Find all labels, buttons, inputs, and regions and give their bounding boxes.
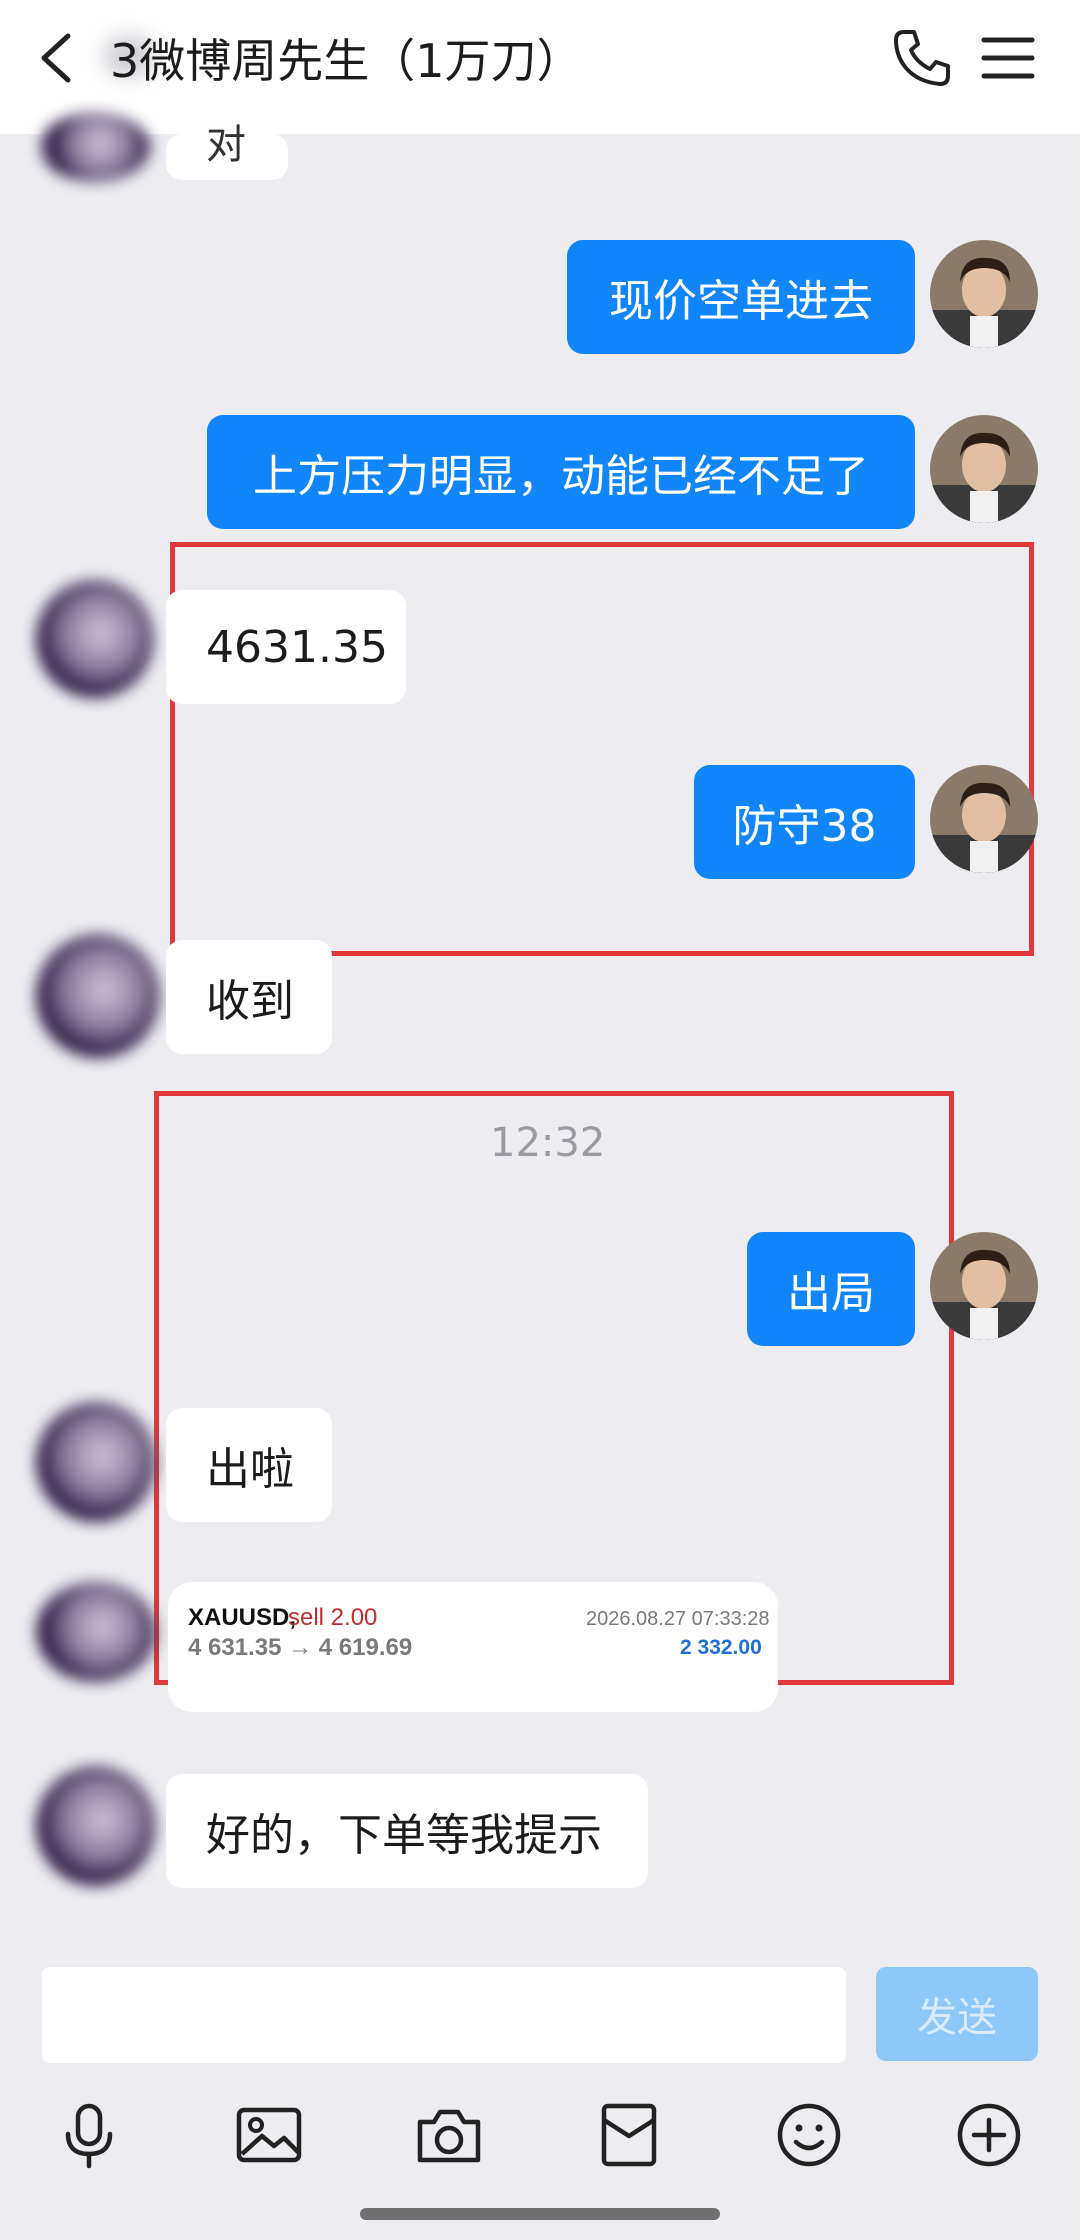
trade-symbol: XAUUSD, — [188, 1604, 297, 1631]
message-in: 4631.35 — [166, 590, 406, 704]
message-out: 现价空单进去 — [567, 240, 915, 354]
message-input[interactable] — [42, 1967, 846, 2063]
microphone-icon[interactable] — [54, 2100, 124, 2170]
avatar[interactable] — [36, 1402, 156, 1522]
chevron-left-icon[interactable] — [30, 28, 90, 88]
user-avatar-icon — [930, 1232, 1038, 1340]
user-avatar-icon — [930, 765, 1038, 873]
message-in: 好的，下单等我提示 — [166, 1774, 648, 1888]
avatar[interactable] — [36, 1766, 156, 1886]
avatar[interactable] — [930, 1232, 1038, 1340]
red-packet-icon[interactable] — [594, 2100, 664, 2170]
trade-datetime: 2026.08.27 07:33:28 — [586, 1608, 770, 1630]
chat-title: 3微博周先生（1万刀） — [110, 34, 583, 88]
avatar[interactable] — [36, 1582, 156, 1682]
avatar — [40, 112, 150, 182]
image-icon[interactable] — [234, 2100, 304, 2170]
user-avatar-icon — [930, 240, 1038, 348]
message-in: 收到 — [166, 940, 332, 1054]
message-in-partial: 对 — [166, 122, 288, 180]
message-in: 出啦 — [166, 1408, 332, 1522]
message-out: 上方压力明显，动能已经不足了 — [207, 415, 915, 529]
timestamp: 12:32 — [490, 1120, 606, 1166]
user-avatar-icon — [930, 415, 1038, 523]
avatar[interactable] — [36, 580, 154, 698]
trade-side: sell 2.00 — [288, 1604, 378, 1631]
home-indicator[interactable] — [360, 2208, 720, 2220]
avatar[interactable] — [36, 934, 160, 1058]
message-out: 防守38 — [694, 765, 915, 879]
avatar[interactable] — [930, 415, 1038, 523]
avatar[interactable] — [930, 765, 1038, 873]
menu-icon[interactable] — [980, 30, 1036, 86]
emoji-icon[interactable] — [774, 2100, 844, 2170]
message-text: 对 — [206, 122, 246, 168]
plus-icon[interactable] — [954, 2100, 1024, 2170]
send-button[interactable]: 发送 — [876, 1967, 1038, 2061]
camera-icon[interactable] — [414, 2100, 484, 2170]
trade-profit: 2 332.00 — [680, 1636, 762, 1659]
message-out: 出局 — [747, 1232, 915, 1346]
trade-prices: 4 631.35 → 4 619.69 — [188, 1634, 413, 1661]
phone-icon[interactable] — [890, 26, 954, 90]
avatar[interactable] — [930, 240, 1038, 348]
